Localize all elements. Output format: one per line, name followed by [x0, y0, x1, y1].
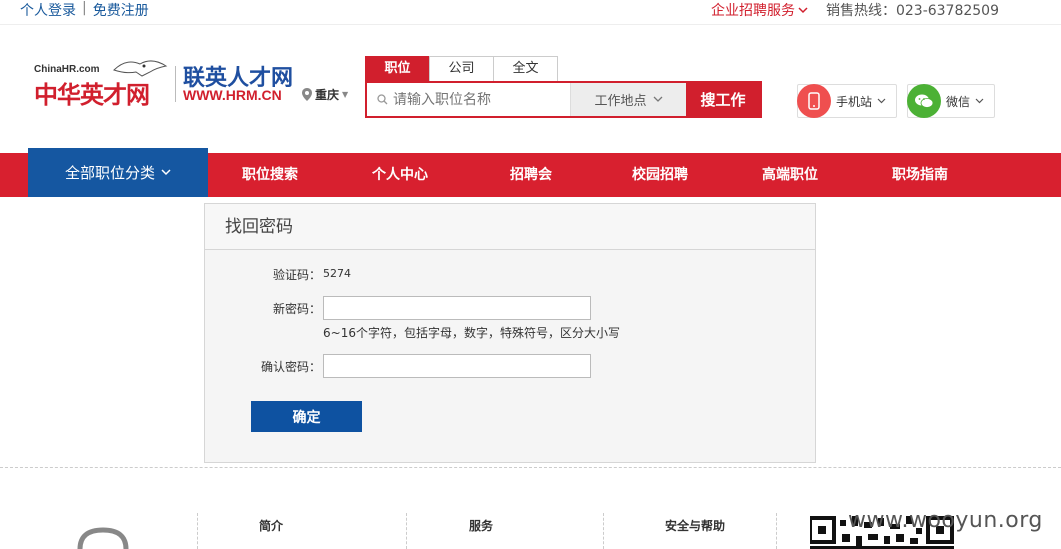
nav-item-job-search[interactable]: 职位搜索 [242, 153, 298, 197]
nav-item-campus[interactable]: 校园招聘 [632, 153, 688, 197]
work-location-label: 工作地点 [594, 94, 647, 109]
register-link[interactable]: 免费注册 [93, 0, 149, 20]
captcha-label: 验证码： [272, 268, 321, 282]
caret-down-icon: ▼ [342, 90, 349, 99]
chinahr-name: 中华英才网 [34, 81, 150, 109]
mobile-site-button[interactable]: 手机站 [797, 84, 897, 118]
nav-item-senior-jobs[interactable]: 高端职位 [762, 153, 818, 197]
search-button[interactable]: 搜工作 [686, 83, 760, 116]
footer-column-divider [603, 513, 604, 549]
chevron-down-icon [653, 96, 662, 102]
main-nav: 全部职位分类 职位搜索 个人中心 招聘会 校园招聘 高端职位 职场指南 [0, 148, 1061, 197]
confirm-password-input[interactable] [323, 354, 591, 378]
corp-service-label: 企业招聘服务 [710, 3, 795, 19]
reset-password-panel: 找回密码 验证码： 5274 新密码： 6~16个字符，包括字母，数字，特殊符号… [204, 203, 816, 463]
login-link[interactable]: 个人登录 [20, 0, 76, 20]
footer-security-heading: 安全与帮助 [665, 519, 726, 533]
city-selector[interactable]: 重庆 ▼ [302, 86, 348, 103]
footer-intro-heading: 简介 [259, 519, 284, 533]
captcha-value: 5274 [323, 267, 351, 280]
chevron-down-icon [877, 98, 886, 104]
nav-item-personal-center[interactable]: 个人中心 [372, 153, 428, 197]
nav-item-career-guide[interactable]: 职场指南 [892, 153, 948, 197]
nav-item-job-fair[interactable]: 招聘会 [510, 153, 552, 197]
phone-icon [797, 84, 831, 118]
footer-column-divider [406, 513, 407, 549]
password-hint: 6~16个字符，包括字母，数字，特殊符号，区分大小写 [323, 326, 620, 340]
top-right: 企业招聘服务 销售热线：023-63782509 [711, 0, 999, 20]
chevron-down-icon [161, 169, 171, 176]
confirm-password-label: 确认密码： [260, 360, 321, 374]
new-password-input[interactable] [323, 296, 591, 320]
wechat-button[interactable]: 微信 [907, 84, 995, 118]
panel-title: 找回密码 [205, 204, 815, 250]
work-location-select[interactable]: 工作地点 [570, 83, 686, 116]
watermark-text: www.wooyun.org [848, 508, 1043, 533]
search-input-wrap [367, 83, 570, 116]
corp-service-link[interactable]: 企业招聘服务 [711, 0, 808, 20]
mobile-site-label: 手机站 [836, 94, 873, 109]
logo-divider [175, 66, 176, 102]
link-separator: | [82, 0, 87, 16]
confirm-button[interactable]: 确定 [251, 401, 362, 432]
all-categories-label: 全部职位分类 [64, 164, 155, 182]
tab-company[interactable]: 公司 [429, 56, 494, 81]
footer-column-divider [197, 513, 198, 549]
wechat-icon [907, 84, 941, 118]
account-links: 个人登录 | 免费注册 [20, 0, 149, 20]
chinahr-domain: ChinaHR.com [34, 64, 100, 75]
city-name: 重庆 [315, 88, 340, 102]
search-tabs: 职位 公司 全文 [365, 56, 558, 81]
new-password-label: 新密码： [272, 302, 321, 316]
footer-service-heading: 服务 [469, 519, 494, 533]
lianying-url: WWW.HRM.CN [183, 87, 282, 103]
top-divider [0, 24, 1061, 25]
tab-job[interactable]: 职位 [365, 56, 430, 81]
search-icon [377, 94, 388, 105]
top-bar: 个人登录 | 免费注册 企业招聘服务 销售热线：023-63782509 [0, 0, 1061, 22]
footer-column-divider [776, 513, 777, 549]
search-input[interactable] [393, 91, 563, 108]
site-logo[interactable]: ChinaHR.com 中华英才网 联英人才网 WWW.HRM.CN [32, 58, 332, 109]
location-pin-icon [302, 88, 312, 101]
all-job-categories-button[interactable]: 全部职位分类 [28, 148, 208, 197]
search-box: 工作地点 搜工作 [365, 81, 762, 118]
footer-divider [0, 467, 1061, 468]
headset-icon [77, 527, 129, 549]
chevron-down-icon [798, 6, 808, 13]
chevron-down-icon [975, 98, 984, 104]
tab-fulltext[interactable]: 全文 [493, 56, 558, 81]
wechat-label: 微信 [946, 94, 971, 109]
sales-hotline: 销售热线：023-63782509 [825, 3, 999, 19]
